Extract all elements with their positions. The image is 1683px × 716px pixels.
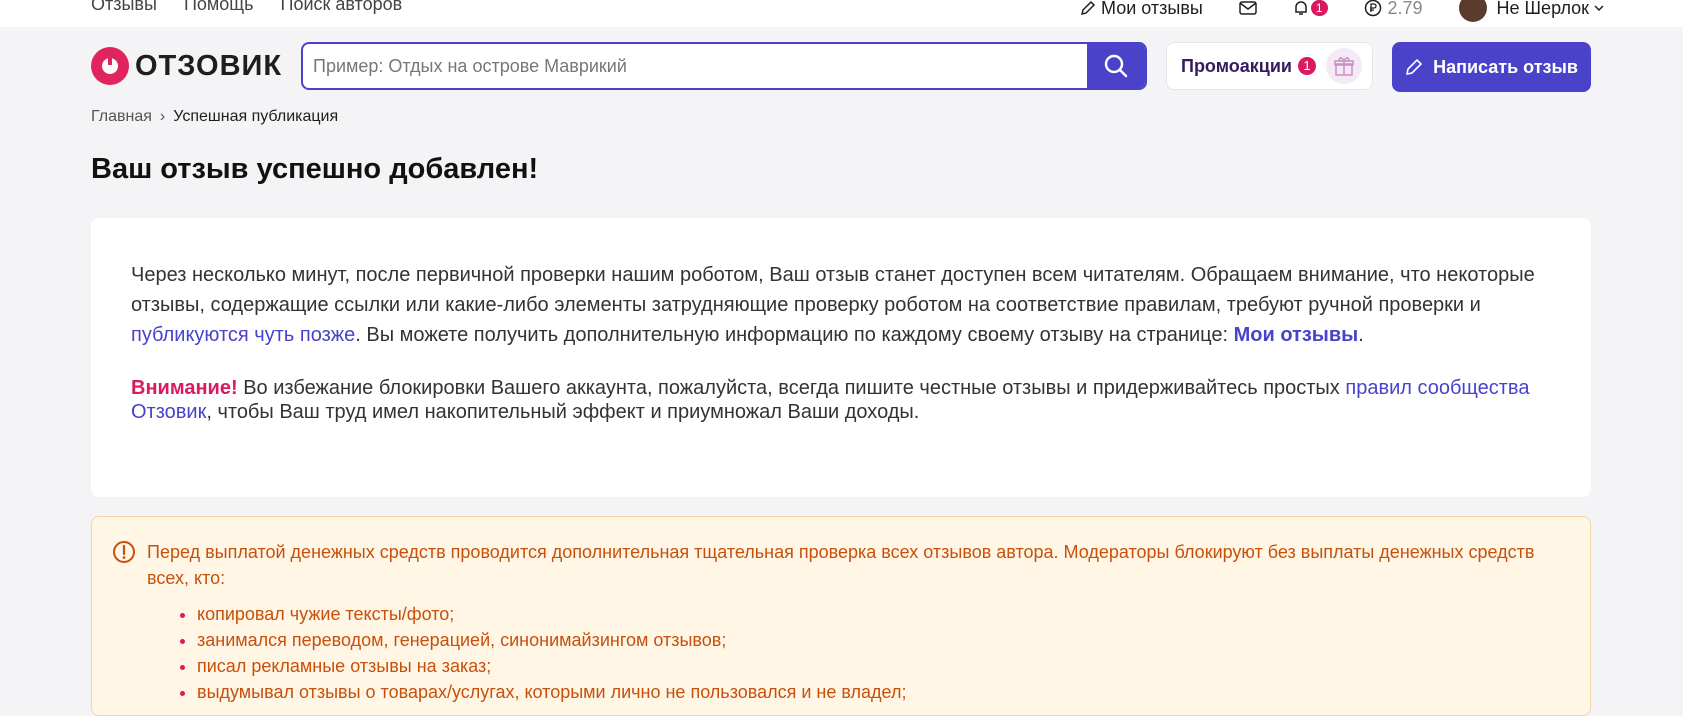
write-review-label: Написать отзыв [1433, 56, 1578, 77]
search-icon [1104, 54, 1128, 78]
warning-text-end: , чтобы Ваш труд имел накопительный эффе… [206, 401, 920, 423]
top-nav: Отзывы Помощь Поиск авторов [91, 0, 424, 15]
my-reviews-link[interactable]: Мои отзывы [1080, 0, 1203, 19]
list-item: писал рекламные отзывы на заказ; [197, 653, 1550, 679]
list-item: копировал чужие тексты/фото; [197, 601, 1550, 627]
ruble-icon [1364, 0, 1381, 17]
alert-list: копировал чужие тексты/фото; занимался п… [147, 601, 1550, 705]
mail-icon [1239, 1, 1257, 15]
promo-badge: 1 [1297, 57, 1316, 75]
list-item: занимался переводом, генерацией, синоним… [197, 627, 1550, 653]
promo-button[interactable]: Промоакции 1 [1166, 42, 1373, 90]
nav-help-link[interactable]: Помощь [184, 0, 254, 14]
success-card: Через несколько минут, после первичной п… [91, 218, 1591, 497]
info-paragraph: Через несколько минут, после первичной п… [131, 260, 1551, 350]
search-box [301, 42, 1147, 90]
promo-label: Промоакции [1181, 55, 1292, 76]
pencil-icon [1406, 58, 1423, 76]
published-later-link[interactable]: публикуются чуть позже [131, 324, 355, 346]
list-item: выдумывал отзывы о товарах/услугах, кото… [197, 679, 1550, 705]
notifications-button[interactable]: 1 [1293, 0, 1328, 16]
balance-value: 2.79 [1387, 0, 1423, 18]
info-text-end: . [1358, 324, 1364, 346]
search-button[interactable] [1087, 44, 1145, 88]
header: ОТЗОВИК Промоакции 1 Написать отзыв [0, 27, 1683, 105]
breadcrumb-current: Успешная публикация [173, 108, 339, 125]
chevron-down-icon [1594, 5, 1604, 12]
notification-badge: 1 [1310, 0, 1328, 16]
nav-reviews-link[interactable]: Отзывы [91, 0, 157, 14]
balance[interactable]: 2.79 [1364, 0, 1423, 19]
payout-alert: Перед выплатой денежных средств проводит… [91, 516, 1591, 716]
warning-paragraph: Внимание! Во избежание блокировки Вашего… [131, 376, 1551, 424]
avatar [1458, 0, 1487, 22]
top-user-area: Мои отзывы 1 2.79 Не Шерлок [1080, 0, 1641, 22]
alert-text: Перед выплатой денежных средств проводит… [147, 542, 1535, 588]
warning-label: Внимание! [131, 377, 238, 399]
page-title: Ваш отзыв успешно добавлен! [91, 153, 539, 185]
logo-icon [91, 47, 129, 85]
exclamation-circle-icon [113, 541, 135, 563]
pencil-icon [1080, 0, 1096, 16]
breadcrumb: Главная › Успешная публикация [91, 108, 338, 126]
write-review-button[interactable]: Написать отзыв [1392, 42, 1591, 92]
bell-icon [1295, 1, 1307, 15]
my-reviews-label: Мои отзывы [1101, 0, 1203, 18]
my-reviews-page-link[interactable]: Мои отзывы [1234, 324, 1359, 346]
breadcrumb-separator: › [159, 108, 166, 125]
info-text-cont: . Вы можете получить дополнительную инфо… [355, 324, 1234, 346]
user-name: Не Шерлок [1496, 0, 1590, 18]
gift-icon [1325, 48, 1362, 84]
info-text: Через несколько минут, после первичной п… [131, 264, 1535, 316]
logo-text: ОТЗОВИК [135, 49, 283, 82]
top-bar: Отзывы Помощь Поиск авторов Мои отзывы 1… [0, 0, 1683, 27]
search-input[interactable] [303, 44, 1103, 88]
user-menu[interactable]: Не Шерлок [1458, 0, 1606, 22]
nav-authors-link[interactable]: Поиск авторов [281, 0, 403, 14]
warning-text: Во избежание блокировки Вашего аккаунта,… [237, 377, 1346, 399]
breadcrumb-home[interactable]: Главная [91, 108, 152, 125]
logo[interactable]: ОТЗОВИК [91, 46, 282, 86]
messages-button[interactable] [1239, 1, 1257, 15]
